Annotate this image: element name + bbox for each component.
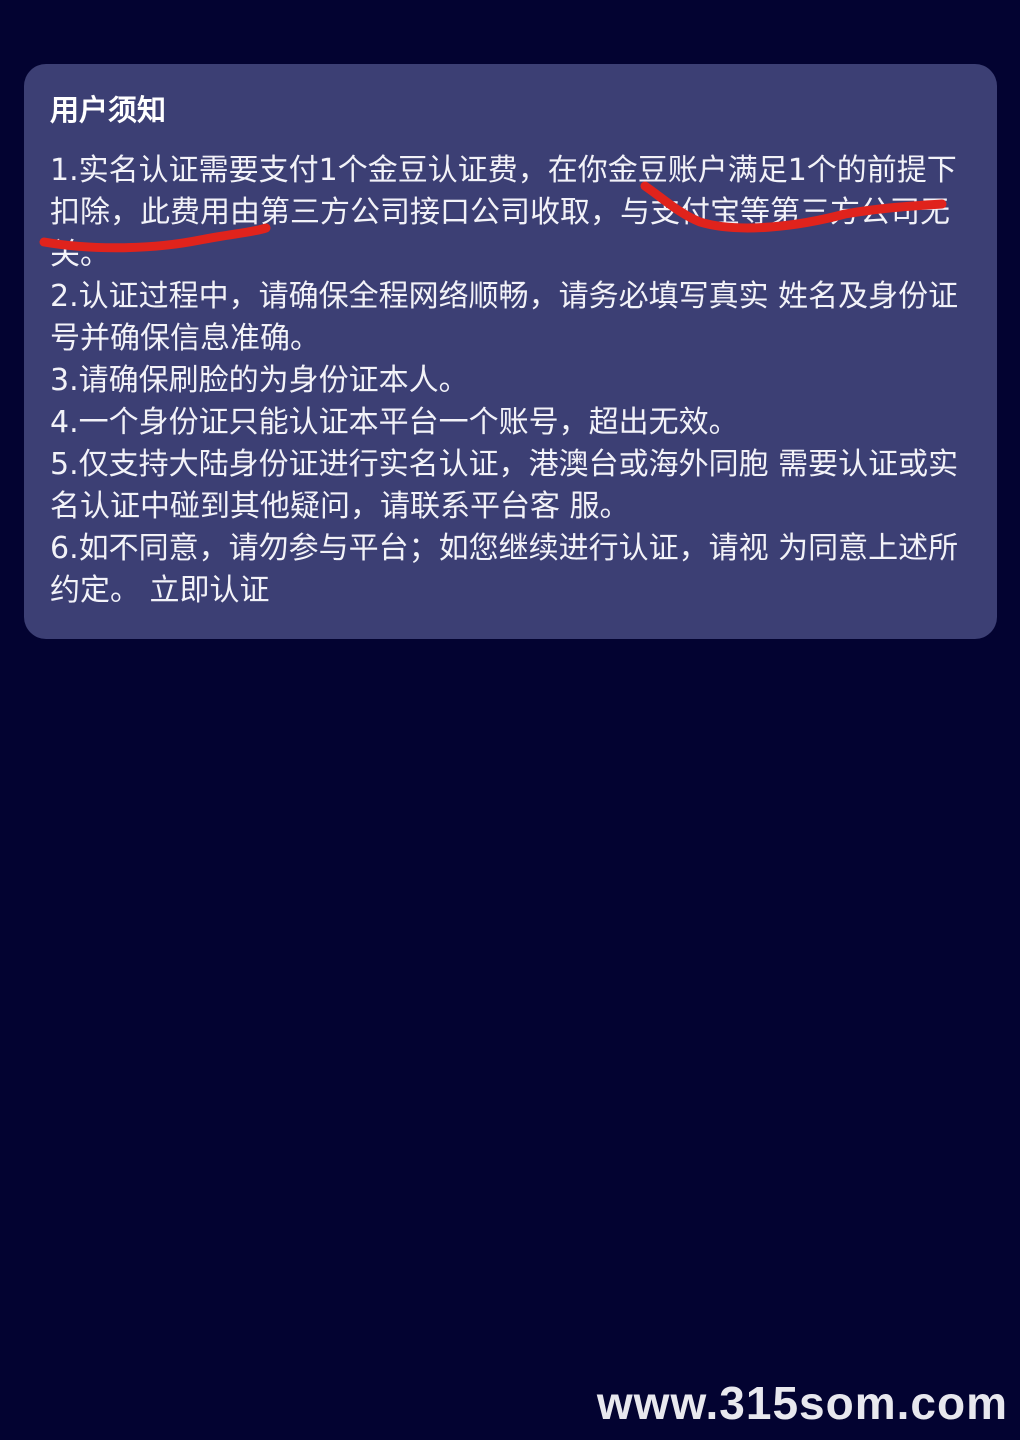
user-notice-dialog: 用户须知 1.实名认证需要支付1个金豆认证费，在你金豆账户满足1个的前提下扣除，…	[24, 64, 997, 639]
watermark-text: www.315som.com	[596, 1377, 1008, 1429]
verify-now-link[interactable]: 立即认证	[150, 573, 270, 608]
notice-item-5: 5.仅支持大陆身份证进行实名认证，港澳台或海外同胞 需要认证或实名认证中碰到其他…	[50, 447, 959, 524]
notice-item-1: 1.实名认证需要支付1个金豆认证费，在你金豆账户满足1个的前提下扣除，此费用由第…	[50, 153, 957, 272]
notice-item-3: 3.请确保刷脸的为身份证本人。	[50, 363, 469, 398]
notice-list: 1.实名认证需要支付1个金豆认证费，在你金豆账户满足1个的前提下扣除，此费用由第…	[50, 150, 971, 612]
notice-item-4: 4.一个身份证只能认证本平台一个账号，超出无效。	[50, 405, 739, 440]
dialog-title: 用户须知	[50, 93, 167, 127]
notice-item-6: 6.如不同意，请勿参与平台；如您继续进行认证，请视 为同意上述所约定。 立即认证	[50, 528, 971, 612]
notice-item-2: 2.认证过程中，请确保全程网络顺畅，请务必填写真实 姓名及身份证号并确保信息准确…	[50, 279, 959, 356]
